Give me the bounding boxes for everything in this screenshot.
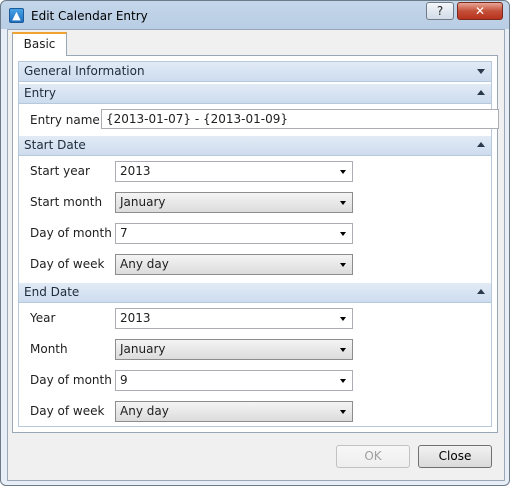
section-end-date[interactable]: End Date bbox=[19, 283, 491, 303]
app-icon: ▲ bbox=[9, 8, 24, 23]
end-day-of-month-label: Day of month bbox=[30, 373, 112, 387]
close-window-button[interactable]: ✕ bbox=[457, 2, 503, 20]
section-general-information[interactable]: General Information bbox=[19, 62, 491, 82]
chevron-up-icon[interactable] bbox=[477, 142, 485, 147]
entry-name-field[interactable]: {2013-01-07} - {2013-01-09} bbox=[101, 109, 499, 129]
end-month-select[interactable]: January bbox=[115, 339, 353, 360]
end-year-label: Year bbox=[30, 311, 56, 325]
end-day-of-week-label: Day of week bbox=[30, 404, 105, 418]
edit-calendar-entry-dialog: ▲ Edit Calendar Entry ? ✕ Basic General … bbox=[0, 0, 510, 486]
dialog-client-area: Basic General Information Entry Entry na… bbox=[7, 29, 505, 481]
title-bar[interactable]: ▲ Edit Calendar Entry ? ✕ bbox=[1, 1, 509, 31]
dropdown-arrow-icon bbox=[340, 348, 346, 352]
start-month-label: Start month bbox=[30, 195, 103, 209]
end-day-of-month-combo[interactable]: 9 bbox=[115, 370, 353, 391]
dropdown-arrow-icon bbox=[340, 317, 346, 321]
end-year-combo[interactable]: 2013 bbox=[115, 308, 353, 329]
end-day-of-week-value: Any day bbox=[120, 404, 169, 418]
start-month-value: January bbox=[120, 195, 166, 209]
section-start-label: Start Date bbox=[24, 138, 86, 152]
start-day-of-month-value: 7 bbox=[120, 226, 128, 240]
end-year-value: 2013 bbox=[120, 311, 151, 325]
start-year-combo[interactable]: 2013 bbox=[115, 161, 353, 182]
dropdown-arrow-icon bbox=[340, 170, 346, 174]
help-button[interactable]: ? bbox=[426, 2, 454, 20]
start-day-of-week-value: Any day bbox=[120, 257, 169, 271]
dropdown-arrow-icon bbox=[340, 201, 346, 205]
window-title: Edit Calendar Entry bbox=[31, 9, 148, 23]
dropdown-arrow-icon bbox=[340, 263, 346, 267]
start-year-label: Start year bbox=[30, 164, 90, 178]
dropdown-arrow-icon bbox=[340, 232, 346, 236]
tab-panel-basic: General Information Entry Entry name {20… bbox=[12, 55, 499, 433]
section-entry[interactable]: Entry bbox=[19, 84, 491, 104]
start-month-select[interactable]: January bbox=[115, 192, 353, 213]
ok-button[interactable]: OK bbox=[336, 445, 410, 468]
end-month-value: January bbox=[120, 342, 166, 356]
end-day-of-month-value: 9 bbox=[120, 373, 128, 387]
section-start-date[interactable]: Start Date bbox=[19, 136, 491, 156]
dropdown-arrow-icon bbox=[340, 379, 346, 383]
entry-name-label: Entry name bbox=[30, 113, 100, 127]
chevron-up-icon[interactable] bbox=[477, 289, 485, 294]
section-entry-label: Entry bbox=[24, 86, 56, 100]
end-day-of-week-select[interactable]: Any day bbox=[115, 401, 353, 422]
chevron-up-icon[interactable] bbox=[477, 90, 485, 95]
section-end-label: End Date bbox=[24, 285, 80, 299]
start-day-of-month-label: Day of month bbox=[30, 226, 112, 240]
section-general-label: General Information bbox=[24, 64, 145, 78]
chevron-down-icon[interactable] bbox=[477, 69, 485, 74]
tab-basic[interactable]: Basic bbox=[12, 32, 67, 56]
end-month-label: Month bbox=[30, 342, 68, 356]
start-year-value: 2013 bbox=[120, 164, 151, 178]
dropdown-arrow-icon bbox=[340, 410, 346, 414]
start-day-of-month-combo[interactable]: 7 bbox=[115, 223, 353, 244]
property-grid: General Information Entry Entry name {20… bbox=[18, 61, 499, 427]
start-day-of-week-select[interactable]: Any day bbox=[115, 254, 353, 275]
close-button[interactable]: Close bbox=[418, 445, 492, 468]
start-day-of-week-label: Day of week bbox=[30, 257, 105, 271]
